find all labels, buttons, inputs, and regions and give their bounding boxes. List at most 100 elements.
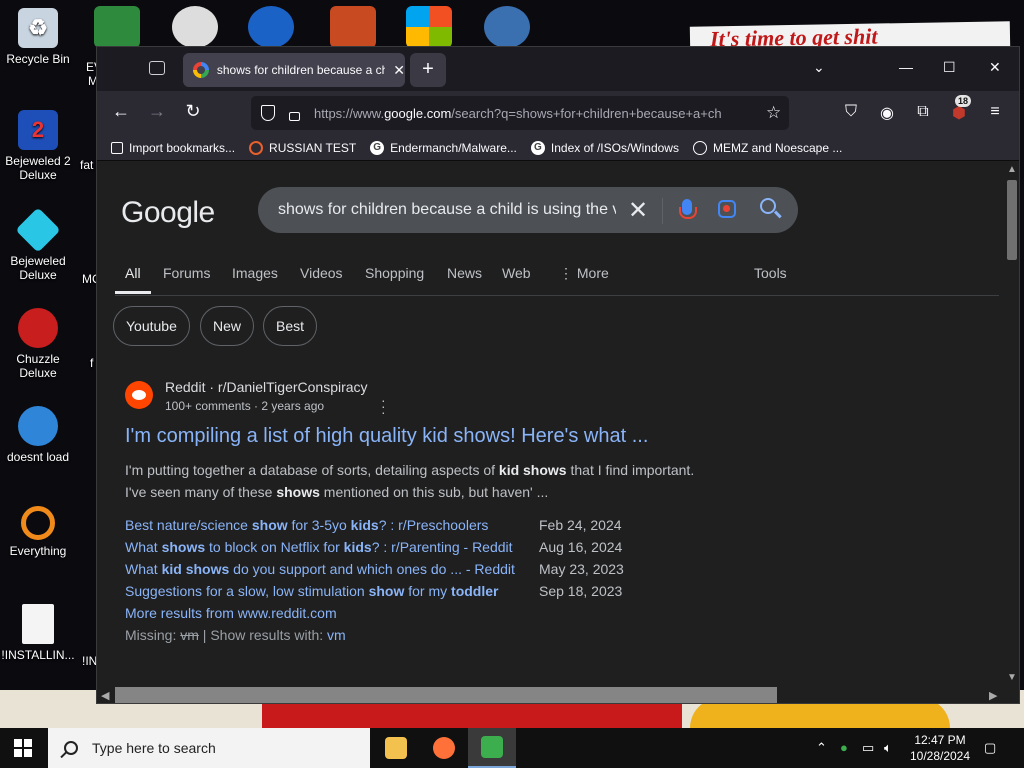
- sublink[interactable]: Best nature/science show for 3-5yo kids?…: [125, 517, 488, 533]
- volume-icon[interactable]: 🔈︎: [884, 740, 892, 756]
- desktop-icon-recycle-bin[interactable]: ♻ Recycle Bin: [0, 8, 76, 66]
- new-tab-button[interactable]: +: [410, 53, 446, 87]
- desktop-icon-installing[interactable]: !INSTALLIN...: [0, 604, 76, 662]
- vertical-scroll-thumb[interactable]: [1007, 180, 1017, 260]
- voice-search-icon[interactable]: [679, 199, 697, 219]
- bookmark-russian-test[interactable]: RUSSIAN TEST: [249, 140, 356, 155]
- desktop-icon-bejeweled[interactable]: Bejeweled Deluxe: [0, 207, 76, 282]
- tray-people-icon[interactable]: ●: [840, 740, 848, 755]
- maximize-button[interactable]: ☐: [943, 59, 956, 76]
- search-divider: [662, 198, 663, 224]
- url-text[interactable]: https://www.google.com/search?q=shows+fo…: [314, 106, 754, 121]
- tab-news[interactable]: News: [447, 265, 482, 281]
- search-box[interactable]: shows for children because a child is us…: [258, 187, 798, 233]
- network-icon[interactable]: ▭: [862, 740, 874, 756]
- desktop-icon-doesnt-load[interactable]: doesnt load: [0, 406, 76, 464]
- chrome-icon[interactable]: [172, 6, 218, 48]
- search-input[interactable]: shows for children because a child is us…: [278, 201, 616, 219]
- start-windows-icon[interactable]: [14, 739, 32, 757]
- desktop-icon-chuzzle[interactable]: Chuzzle Deluxe: [0, 308, 76, 380]
- tab-list-chevron-icon[interactable]: ⌄: [813, 59, 825, 76]
- desktop-icon-bejeweled-2[interactable]: 2 Bejeweled 2 Deluxe: [0, 110, 76, 182]
- bookmark-star-icon[interactable]: ☆: [766, 103, 781, 123]
- tools-button[interactable]: Tools: [754, 265, 787, 281]
- chip-best[interactable]: Best: [263, 306, 318, 346]
- top-icon-people[interactable]: [94, 6, 140, 48]
- menu-hamburger-icon[interactable]: ≡: [985, 103, 1005, 123]
- more-results-link[interactable]: More results from www.reddit.com: [125, 605, 337, 621]
- result-title-link[interactable]: I'm compiling a list of high quality kid…: [125, 425, 648, 448]
- clock-date: 10/28/2024: [909, 749, 971, 763]
- sublink[interactable]: What kid shows do you support and which …: [125, 561, 515, 577]
- account-icon[interactable]: ◉: [877, 103, 897, 123]
- close-window-button[interactable]: ✕: [989, 59, 1001, 76]
- sublink[interactable]: What shows to block on Netflix for kids?…: [125, 539, 513, 555]
- bookmark-memz[interactable]: MEMZ and Noescape ...: [692, 140, 842, 155]
- notifications-icon[interactable]: ▢: [984, 740, 996, 756]
- scroll-left-icon[interactable]: ◀: [101, 689, 109, 702]
- tab-bar: shows for children because a child is us…: [97, 47, 1019, 91]
- horizontal-scrollbar[interactable]: ◀ ▶: [97, 687, 1003, 703]
- windows-logo-icon[interactable]: [406, 6, 452, 48]
- active-tab[interactable]: shows for children because a child is us…: [183, 53, 405, 87]
- scroll-up-icon[interactable]: ▲: [1007, 164, 1017, 175]
- show-hidden-icons-chevron[interactable]: ⌃: [816, 740, 827, 756]
- reload-button[interactable]: ↻: [181, 101, 205, 122]
- bookmark-import[interactable]: Import bookmarks...: [111, 141, 235, 155]
- tab-more[interactable]: ⋮ More: [559, 265, 609, 282]
- pocket-icon[interactable]: ⛉: [841, 103, 861, 123]
- taskbar-firefox[interactable]: [420, 728, 468, 768]
- sublink[interactable]: Suggestions for a slow, low stimulation …: [125, 583, 498, 599]
- google-icon: G: [370, 140, 385, 155]
- search-submit-icon[interactable]: [760, 198, 776, 214]
- desktop-icon-everything[interactable]: Everything: [0, 506, 76, 558]
- import-icon: [111, 141, 123, 154]
- scroll-right-icon[interactable]: ▶: [989, 689, 997, 702]
- forward-button[interactable]: →: [145, 101, 169, 122]
- clear-search-icon[interactable]: ✕: [628, 196, 648, 225]
- url-bar[interactable]: https://www.google.com/search?q=shows+fo…: [251, 96, 789, 130]
- back-button[interactable]: ←: [109, 101, 133, 122]
- bookmark-isos[interactable]: G Index of /ISOs/Windows: [530, 140, 679, 155]
- horizontal-scroll-thumb[interactable]: [115, 687, 777, 703]
- taskbar-search[interactable]: Type here to search: [48, 728, 370, 768]
- google-logo[interactable]: Google: [121, 196, 215, 230]
- list-all-tabs-icon[interactable]: [149, 61, 165, 75]
- google-results-page: Google shows for children because a chil…: [97, 162, 1003, 687]
- google-lens-icon[interactable]: [718, 200, 736, 218]
- sublink-date: Aug 16, 2024: [539, 539, 623, 555]
- app-icon-cards[interactable]: [330, 6, 376, 48]
- extension-badge: 18: [955, 95, 972, 107]
- search-icon: [64, 741, 78, 755]
- extensions-icon[interactable]: ⧉: [913, 103, 933, 123]
- tab-forums[interactable]: Forums: [163, 265, 210, 281]
- bookmark-endermanch[interactable]: G Endermanch/Malware...: [370, 140, 517, 155]
- sublink-date: May 23, 2023: [539, 561, 624, 577]
- result-site[interactable]: Reddit · r/DanielTigerConspiracy: [165, 379, 368, 395]
- tab-all[interactable]: All: [115, 265, 150, 294]
- tab-shopping[interactable]: Shopping: [365, 265, 424, 281]
- app-icon-character[interactable]: [484, 6, 530, 48]
- missing-terms: Missing: vm | Show results with: vm: [125, 627, 346, 643]
- result-options-icon[interactable]: · · ·: [381, 393, 386, 419]
- vertical-scrollbar[interactable]: ▲ ▼: [1003, 162, 1019, 687]
- tab-videos[interactable]: Videos: [300, 265, 343, 281]
- taskbar-file-explorer[interactable]: [372, 728, 420, 768]
- taskbar: Type here to search ⌃ ● ▭ 🔈︎ 12:47 PM 10…: [0, 728, 1024, 768]
- tracking-shield-icon[interactable]: [261, 105, 275, 121]
- desktop-icon-label: Recycle Bin: [6, 52, 70, 66]
- tab-web[interactable]: Web: [502, 265, 531, 281]
- chip-youtube[interactable]: Youtube: [113, 306, 190, 346]
- tab-images[interactable]: Images: [232, 265, 278, 281]
- lock-icon[interactable]: [289, 111, 300, 121]
- desktop-icon-label: Bejeweled 2 Deluxe: [5, 154, 71, 182]
- close-tab-icon[interactable]: ✕: [393, 62, 405, 79]
- minimize-button[interactable]: —: [899, 59, 913, 75]
- chip-new[interactable]: New: [200, 306, 255, 346]
- app-icon-p[interactable]: [248, 6, 294, 48]
- show-with-link[interactable]: vm: [327, 627, 346, 643]
- taskbar-people-app[interactable]: [468, 728, 516, 768]
- scroll-down-icon[interactable]: ▼: [1007, 672, 1017, 683]
- thunderbird-icon: [18, 406, 58, 446]
- taskbar-clock[interactable]: 12:47 PM 10/28/2024: [904, 732, 976, 764]
